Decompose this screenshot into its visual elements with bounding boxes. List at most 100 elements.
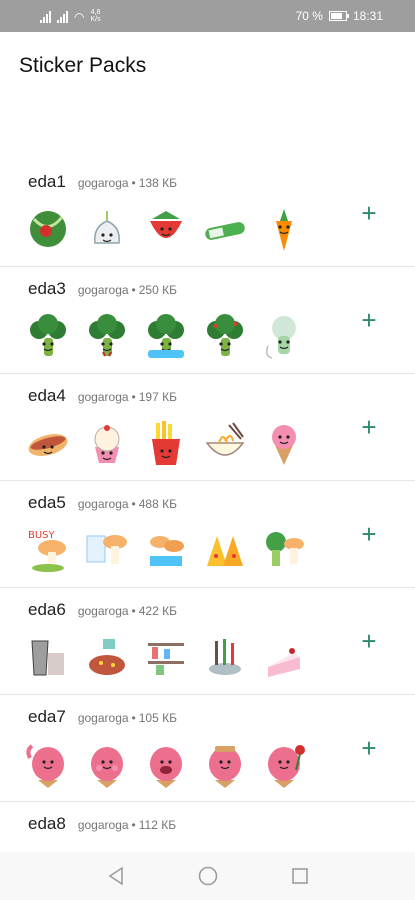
sticker-previews: [24, 312, 308, 360]
cake-slice-sticker: [260, 633, 308, 681]
coffee-maker-sticker: [24, 633, 72, 681]
pack-size: 197 КБ: [138, 390, 177, 404]
broccoli-angry-sticker: [201, 312, 249, 360]
meta-separator: •: [131, 711, 136, 725]
pack-header: eda7 gogaroga • 105 КБ: [28, 707, 177, 727]
sticker-pack-row[interactable]: eda7 gogaroga • 105 КБ +: [0, 695, 415, 802]
pack-name: eda8: [28, 814, 66, 833]
pack-meta: gogaroga • 112 КБ: [78, 818, 176, 832]
broccoli-friends-sticker: [260, 526, 308, 574]
sticker-pack-row[interactable]: eda1 gogaroga • 138 КБ +: [0, 160, 415, 267]
add-pack-button[interactable]: +: [356, 735, 382, 761]
ice-cream-sticker: [260, 419, 308, 467]
broccoli-ghost-sticker: [260, 312, 308, 360]
pack-header: eda1 gogaroga • 138 КБ: [28, 172, 177, 192]
cupcake-sticker: [83, 419, 131, 467]
add-pack-button[interactable]: +: [356, 307, 382, 333]
pack-name: eda4: [28, 386, 66, 405]
pink-icecream-wave-sticker: [24, 740, 72, 788]
mushroom-crowd-sticker: [142, 526, 190, 574]
pack-header: eda4 gogaroga • 197 КБ: [28, 386, 177, 406]
strawberry-sticker: [142, 205, 190, 253]
pack-name: eda7: [28, 707, 66, 726]
pack-size: 250 КБ: [138, 283, 177, 297]
recents-icon[interactable]: [289, 865, 311, 887]
fries-sticker: [142, 419, 190, 467]
carrot-sticker: [260, 205, 308, 253]
sticker-pack-row[interactable]: eda3 gogaroga • 250 КБ +: [0, 267, 415, 374]
add-pack-button[interactable]: +: [356, 628, 382, 654]
pack-author: gogaroga: [77, 176, 129, 190]
network-speed: 4,8 K/s: [90, 9, 101, 23]
pack-meta: gogaroga • 422 КБ: [78, 604, 177, 618]
pack-author: gogaroga: [77, 497, 129, 511]
pack-meta: gogaroga • 488 КБ: [78, 497, 177, 511]
sticker-previews: [24, 419, 308, 467]
hotdog-sticker: [24, 419, 72, 467]
pack-meta: gogaroga • 250 КБ: [78, 283, 177, 297]
meta-separator: •: [131, 497, 136, 511]
battery-icon: [328, 11, 349, 21]
status-bar: ◠ 4,8 K/s 70 % 18:31: [0, 0, 415, 32]
pack-name: eda1: [28, 172, 66, 191]
pack-author: gogaroga: [77, 604, 129, 618]
pizza-sticker: [83, 633, 131, 681]
status-left: ◠ 4,8 K/s: [40, 9, 101, 23]
pink-icecream-sad-sticker: [201, 740, 249, 788]
pizza-friends-sticker: [201, 526, 249, 574]
pack-size: 422 КБ: [138, 604, 177, 618]
pack-author: gogaroga: [77, 390, 129, 404]
pack-author: gogaroga: [77, 818, 129, 832]
watermelon-sticker: [24, 205, 72, 253]
pack-author: gogaroga: [77, 711, 129, 725]
meta-separator: •: [131, 390, 136, 404]
pack-meta: gogaroga • 138 КБ: [78, 176, 177, 190]
svg-text:BUSY: BUSY: [28, 530, 56, 541]
sticker-previews: BUSY: [24, 526, 308, 574]
pink-icecream-rose-sticker: [260, 740, 308, 788]
navigation-bar: [0, 852, 415, 900]
mushroom-busy-sticker: BUSY: [24, 526, 72, 574]
battery-percent: 70 %: [295, 9, 323, 23]
pink-icecream-shy-sticker: [83, 740, 131, 788]
pink-icecream-laugh-sticker: [142, 740, 190, 788]
sticker-pack-row[interactable]: eda6 gogaroga • 422 КБ +: [0, 588, 415, 695]
sticker-pack-row[interactable]: eda5 gogaroga • 488 КБ BUSY +: [0, 481, 415, 588]
clock: 18:31: [352, 9, 383, 23]
sticker-previews: [24, 205, 308, 253]
broccoli-sticker: [24, 312, 72, 360]
signal-icon: [40, 11, 51, 23]
add-pack-button[interactable]: +: [356, 414, 382, 440]
pack-size: 112 КБ: [138, 818, 177, 832]
pack-header: eda5 gogaroga • 488 КБ: [28, 493, 177, 513]
sticker-previews: [24, 740, 308, 788]
meta-separator: •: [131, 176, 136, 190]
page-title: Sticker Packs: [19, 54, 147, 77]
pack-header: eda6 gogaroga • 422 КБ: [28, 600, 177, 620]
broccoli-sad-sticker: [83, 312, 131, 360]
pack-size: 488 КБ: [138, 497, 177, 511]
back-icon[interactable]: [105, 865, 127, 887]
meta-separator: •: [131, 283, 136, 297]
meta-separator: •: [131, 604, 136, 618]
pack-size: 105 КБ: [138, 711, 177, 725]
pack-header: eda3 gogaroga • 250 КБ: [28, 279, 177, 299]
pack-size: 138 КБ: [138, 176, 177, 190]
pack-name: eda5: [28, 493, 66, 512]
cookware-sticker: [201, 633, 249, 681]
sticker-pack-list: eda1 gogaroga • 138 КБ + eda3 gogaroga • 250…: [0, 160, 415, 862]
sticker-pack-row[interactable]: eda4 gogaroga • 197 КБ +: [0, 374, 415, 481]
pack-name: eda6: [28, 600, 66, 619]
pack-meta: gogaroga • 105 КБ: [78, 711, 177, 725]
meta-separator: •: [131, 818, 136, 832]
add-pack-button[interactable]: +: [356, 521, 382, 547]
cucumber-sticker: [201, 205, 249, 253]
home-icon[interactable]: [197, 865, 219, 887]
add-pack-button[interactable]: +: [356, 200, 382, 226]
kitchen-shelf-sticker: [142, 633, 190, 681]
wifi-icon: ◠: [74, 10, 85, 24]
app-bar: Sticker Packs: [0, 32, 415, 104]
battery-fill: [330, 13, 343, 19]
noodle-bowl-sticker: [201, 419, 249, 467]
pack-name: eda3: [28, 279, 66, 298]
